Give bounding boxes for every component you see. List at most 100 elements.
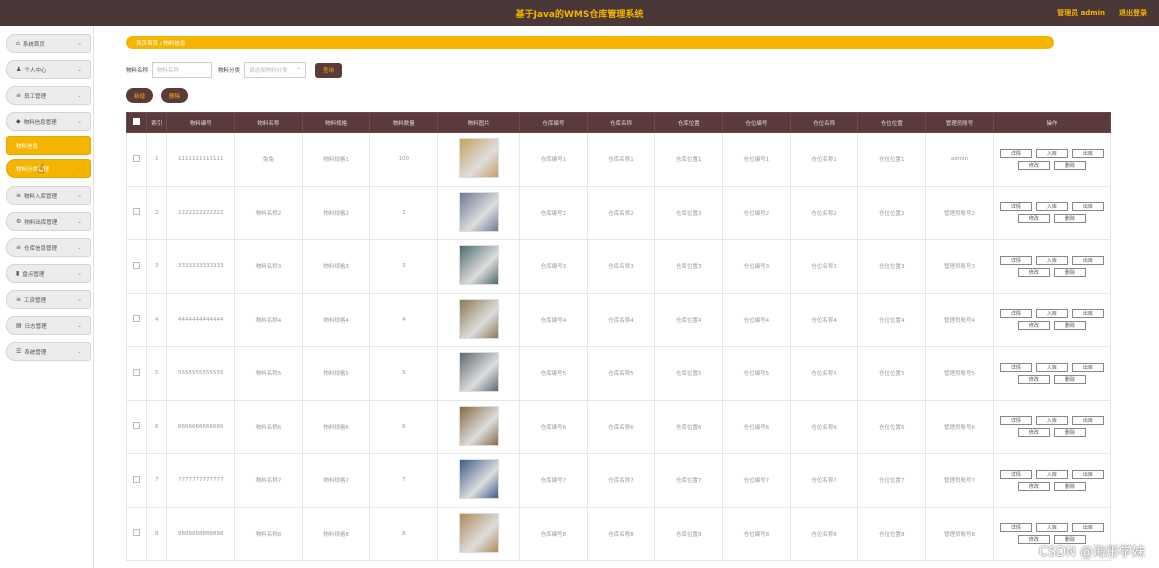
op-button-2[interactable]: 出库 [1071,416,1104,426]
op-button-0[interactable]: 详情 [999,309,1032,319]
cell-pn: 仓位名称5 [789,346,859,401]
row-checkbox-cell[interactable] [125,185,148,240]
row-checkbox-cell[interactable] [125,453,148,508]
op-button-3[interactable]: 修改 [1017,374,1050,384]
row-checkbox-cell[interactable] [125,239,148,294]
row-checkbox[interactable] [133,208,141,216]
row-checkbox[interactable] [133,154,141,162]
cell-wp: 仓库位置3 [654,239,724,294]
search-input-name[interactable]: 物料名称 [152,62,213,78]
op-button-3[interactable]: 修改 [1017,214,1050,224]
cell-admin: 管理员账号8 [925,506,994,561]
op-button-0[interactable]: 详情 [999,523,1032,533]
op-button-1[interactable]: 入库 [1035,148,1068,158]
op-button-2[interactable]: 出库 [1071,309,1104,319]
sidebar-item-5[interactable]: 物料分类管理 ⌄ [6,159,91,178]
select-all-checkbox[interactable] [133,118,141,125]
sidebar-item-0[interactable]: ⌂ 系统首页 ⌄ [6,34,91,53]
sidebar-item-3[interactable]: ◆ 物料信息管理 ⌄ [6,112,91,131]
user-label[interactable]: 管理员 admin [1057,8,1105,18]
materials-table: 索引 物料编号 物料名称 物料规格 物料数量 物料图片 仓库编号 仓库名称 仓库位置 仓位编号 仓位… [125,112,1112,561]
op-button-0[interactable]: 详情 [999,469,1032,479]
ops-cell: 详情 入库 出库修改 删除 [992,399,1112,454]
op-button-2[interactable]: 出库 [1071,362,1104,372]
op-button-1[interactable]: 入库 [1035,469,1068,479]
add-button[interactable]: 新增 [126,88,154,103]
row-checkbox-cell[interactable] [125,292,148,347]
op-button-4[interactable]: 删除 [1053,374,1086,384]
op-button-4[interactable]: 删除 [1053,267,1086,277]
category-select[interactable]: 请选择物料分类 [244,62,307,78]
op-button-1[interactable]: 入库 [1035,202,1068,212]
op-button-1[interactable]: 入库 [1035,416,1068,426]
op-button-4[interactable]: 删除 [1053,428,1086,438]
cell-qty: 8 [369,506,439,561]
material-image [458,459,499,500]
sidebar-item-1[interactable]: ♟ 个人中心 ⌄ [6,60,91,79]
op-button-0[interactable]: 详情 [999,148,1032,158]
op-button-4[interactable]: 删除 [1053,321,1086,331]
op-button-4[interactable]: 删除 [1053,481,1086,491]
op-button-1[interactable]: 入库 [1035,255,1068,265]
op-button-2[interactable]: 出库 [1071,202,1104,212]
column-header-0[interactable] [125,112,148,133]
delete-button[interactable]: 删除 [161,88,189,103]
op-button-1[interactable]: 入库 [1035,362,1068,372]
row-checkbox[interactable] [133,315,141,323]
cell-pp: 仓位位置7 [857,453,927,508]
row-checkbox-cell[interactable] [125,346,148,401]
query-button[interactable]: 查询 [315,62,343,78]
row-checkbox-cell[interactable] [125,399,148,454]
sidebar-item-9[interactable]: ▮ 盘点管理 ⌄ [6,264,91,283]
sidebar-item-4[interactable]: 物料信息 [6,136,91,155]
op-button-4[interactable]: 删除 [1053,160,1086,170]
sidebar-item-label: 员工管理 [24,93,47,100]
sidebar-item-2[interactable]: ≡ 员工管理 ⌄ [6,86,91,105]
row-checkbox[interactable] [133,422,141,430]
op-button-2[interactable]: 出库 [1071,469,1104,479]
op-button-4[interactable]: 删除 [1053,214,1086,224]
sidebar-item-7[interactable]: ⚙ 物料出库管理 ⌄ [6,212,91,231]
row-checkbox[interactable] [133,475,141,483]
op-button-0[interactable]: 详情 [999,362,1032,372]
op-button-3[interactable]: 修改 [1017,267,1050,277]
cell-pp: 仓位位置8 [857,506,927,561]
op-button-0[interactable]: 详情 [999,255,1032,265]
gear-icon: ⚙ [16,218,22,225]
sidebar-item-10[interactable]: ≡ 工资管理 ⌄ [6,290,91,309]
op-button-0[interactable]: 详情 [999,416,1032,426]
op-button-2[interactable]: 出库 [1071,148,1104,158]
op-button-3[interactable]: 修改 [1017,160,1050,170]
cell-pn: 仓位名称8 [789,506,859,561]
doc-icon: ▤ [16,322,22,329]
sidebar-item-12[interactable]: ☰ 系统管理 ⌄ [6,342,91,361]
cell-wn: 仓库名称1 [586,132,656,187]
home-icon: ⌂ [16,40,20,47]
row-checkbox[interactable] [133,529,141,537]
material-image-cell [437,399,520,454]
cell-qty: 6 [369,399,439,454]
material-image-cell [437,185,520,240]
row-checkbox-cell[interactable] [125,132,148,187]
cell-wn: 仓库名称2 [586,185,656,240]
op-button-2[interactable]: 出库 [1071,523,1104,533]
ops-cell: 详情 入库 出库修改 删除 [992,453,1112,508]
sidebar-item-6[interactable]: ≡ 物料入库管理 ⌄ [6,186,91,205]
op-button-1[interactable]: 入库 [1035,523,1068,533]
cell-idx: 5 [146,346,168,401]
row-checkbox[interactable] [133,368,141,376]
row-checkbox-cell[interactable] [125,506,148,561]
row-checkbox[interactable] [133,261,141,269]
op-button-3[interactable]: 修改 [1017,428,1050,438]
op-button-2[interactable]: 出库 [1071,255,1104,265]
logout-link[interactable]: 退出登录 [1119,8,1147,18]
sidebar-item-8[interactable]: ≡ 仓库信息管理 ⌄ [6,238,91,257]
op-button-0[interactable]: 详情 [999,202,1032,212]
sidebar-item-11[interactable]: ▤ 日志管理 ⌄ [6,316,91,335]
chevron-down-icon: ⌄ [76,218,82,225]
op-button-3[interactable]: 修改 [1017,481,1050,491]
cell-name: 物料名称2 [234,185,303,240]
op-button-3[interactable]: 修改 [1017,321,1050,331]
material-image-cell [437,292,520,347]
op-button-1[interactable]: 入库 [1035,309,1068,319]
